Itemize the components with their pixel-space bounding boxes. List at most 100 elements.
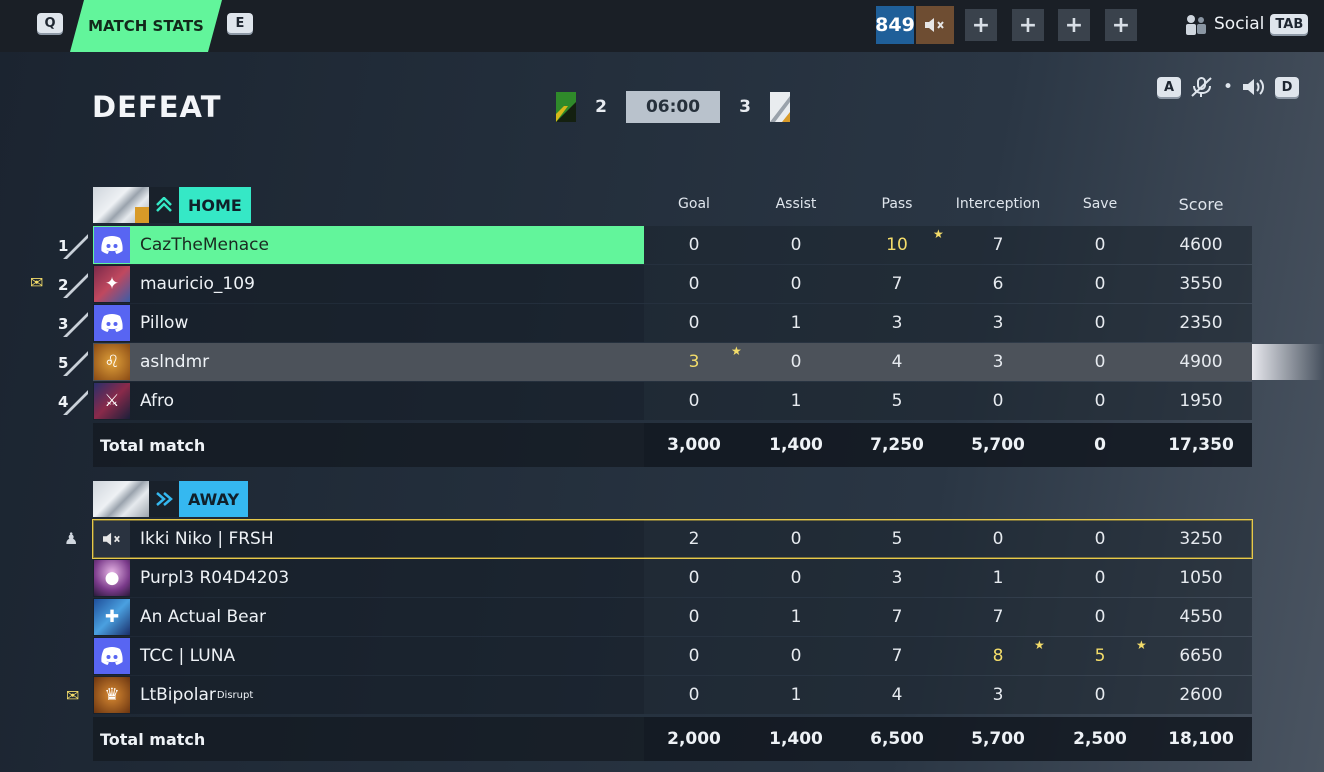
player-name: Afro (140, 391, 175, 411)
star-icon: ★ (933, 227, 944, 241)
stat-goal: 2 (688, 529, 700, 549)
player-name: mauricio_109 (140, 274, 255, 294)
stat-pass: 7 (891, 646, 903, 666)
table-row[interactable]: ♛ LtBipolar Disrupt 0 1 4 3 0 2600 (93, 676, 1252, 714)
table-row[interactable]: ✚ An Actual Bear 0 1 7 7 0 4550 (93, 598, 1252, 636)
player-name: CazTheMenace (140, 235, 269, 255)
stat-interception: 3 (992, 685, 1004, 705)
column-header-assist[interactable]: Assist (746, 196, 846, 212)
stat-pass: 4 (891, 352, 903, 372)
orange-avatar-icon: ♛ (94, 677, 130, 713)
total-save: 0 (1094, 435, 1106, 455)
warrior-avatar-icon: ⚔ (94, 383, 130, 419)
home-team-label: HOME (179, 187, 251, 223)
stat-save: 0 (1094, 313, 1106, 333)
column-header-score[interactable]: Score (1151, 195, 1251, 214)
mic-muted-icon[interactable] (1189, 76, 1215, 98)
table-row[interactable]: ⚔ Afro 0 1 5 0 0 1950 (93, 382, 1252, 420)
stat-pass: 7 (891, 274, 903, 294)
player-name: Ikki Niko | FRSH (140, 529, 274, 549)
home-totals-row: Total match 3,000 1,400 7,250 5,700 0 17… (93, 423, 1252, 467)
table-row[interactable]: ● Purpl3 R04D4203 0 0 3 1 0 1050 (93, 559, 1252, 597)
plus-icon: + (971, 12, 991, 38)
table-row[interactable]: CazTheMenace 0 0 10 ★ 7 0 4600 (93, 226, 1252, 264)
player-tag: Disrupt (216, 689, 254, 701)
add-slot-button-2[interactable]: + (1012, 9, 1044, 41)
table-row[interactable]: ✦ mauricio_109 0 0 7 6 0 3550 (93, 265, 1252, 303)
highlight-glow (1252, 344, 1324, 380)
table-row[interactable]: TCC | LUNA 0 0 7 8 ★ 5 ★ 6650 (93, 637, 1252, 675)
audio-right-key[interactable]: D (1275, 77, 1300, 97)
stat-assist: 0 (790, 352, 802, 372)
ticket-icon: ✉ (66, 686, 80, 705)
next-tab-key[interactable]: E (227, 13, 253, 33)
creature-avatar-icon: ✦ (94, 266, 130, 302)
purple-orb-avatar-icon: ● (94, 560, 130, 596)
total-assist: 1,400 (769, 729, 823, 749)
stat-assist: 1 (790, 685, 802, 705)
stat-pass: 4 (891, 685, 903, 705)
player-name: TCC | LUNA (140, 646, 236, 666)
prev-tab-key[interactable]: Q (37, 13, 63, 33)
away-chevron-icon (149, 481, 179, 517)
column-header-interception[interactable]: Interception (948, 196, 1048, 212)
stat-assist: 0 (790, 274, 802, 294)
rank-badge: 5 (58, 350, 88, 376)
stat-score: 2600 (1179, 685, 1223, 705)
stat-save: 0 (1094, 352, 1106, 372)
total-interception: 5,700 (971, 729, 1025, 749)
totals-label: Total match (100, 435, 206, 455)
plus-icon: + (1064, 12, 1084, 38)
tab-match-stats[interactable]: MATCH STATS (70, 0, 222, 52)
table-row[interactable]: Pillow 0 1 3 3 0 2350 (93, 304, 1252, 342)
stat-goal: 0 (688, 274, 700, 294)
player-name: Pillow (140, 313, 189, 333)
stat-goal: 0 (688, 646, 700, 666)
stat-save: 0 (1094, 235, 1106, 255)
add-slot-button-1[interactable]: + (965, 9, 997, 41)
discord-icon (94, 638, 130, 674)
bear-avatar-icon: ✚ (94, 599, 130, 635)
total-pass: 7,250 (870, 435, 924, 455)
plus-icon: + (1018, 12, 1038, 38)
discord-icon (94, 305, 130, 341)
column-header-pass[interactable]: Pass (847, 196, 947, 212)
home-team-flag-icon (556, 92, 576, 122)
stat-goal: 0 (688, 607, 700, 627)
people-icon (1186, 15, 1206, 35)
stat-assist: 0 (790, 235, 802, 255)
total-interception: 5,700 (971, 435, 1025, 455)
stat-score: 4600 (1179, 235, 1223, 255)
social-key: TAB (1270, 14, 1309, 34)
stat-goal: 0 (688, 568, 700, 588)
away-team-banner (93, 481, 149, 517)
away-totals-row: Total match 2,000 1,400 6,500 5,700 2,50… (93, 717, 1252, 761)
table-row[interactable]: Ikki Niko | FRSH 2 0 5 0 0 3250 (92, 519, 1253, 559)
add-slot-button-3[interactable]: + (1058, 9, 1090, 41)
total-save: 2,500 (1073, 729, 1127, 749)
social-button[interactable]: Social TAB (1182, 13, 1309, 35)
table-row[interactable]: ♌ aslndmr 3 ★ 0 4 3 0 4900 (93, 343, 1252, 381)
currency-counter: 849 (875, 6, 915, 44)
stat-save: 5 (1094, 646, 1106, 666)
column-header-goal[interactable]: Goal (644, 196, 744, 212)
muted-speaker-icon (94, 521, 130, 557)
stat-score: 1950 (1179, 391, 1223, 411)
audio-left-key[interactable]: A (1157, 77, 1181, 97)
stat-interception: 1 (992, 568, 1004, 588)
home-score: 2 (595, 97, 607, 117)
column-header-save[interactable]: Save (1050, 196, 1150, 212)
audio-controls: A • D (1157, 76, 1300, 98)
scoreboard: 2 06:00 3 (556, 91, 790, 123)
stat-assist: 1 (790, 391, 802, 411)
stat-save: 0 (1094, 274, 1106, 294)
add-slot-button-4[interactable]: + (1105, 9, 1137, 41)
player-profile-avatar[interactable] (916, 6, 954, 44)
match-timer: 06:00 (626, 91, 720, 123)
speaker-icon[interactable] (1241, 76, 1267, 98)
player-name-text: LtBipolar (140, 685, 216, 705)
stat-pass: 5 (891, 529, 903, 549)
stat-score: 3250 (1179, 529, 1223, 549)
stat-goal: 0 (688, 685, 700, 705)
stat-interception: 8 (992, 646, 1004, 666)
